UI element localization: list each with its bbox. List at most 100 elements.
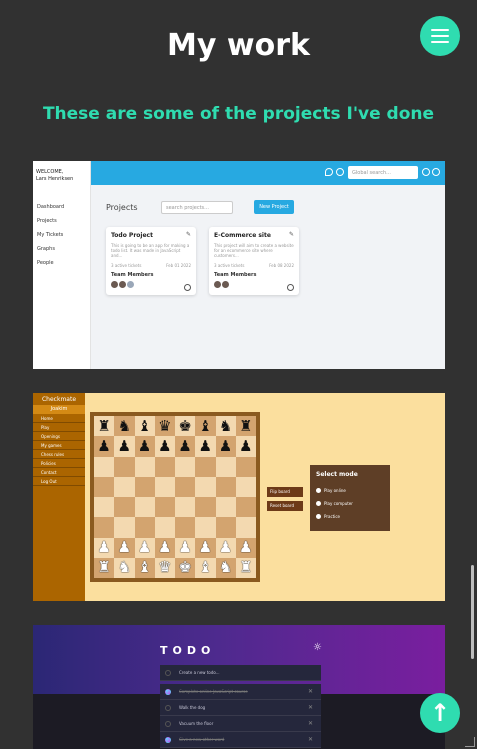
chess-square: ♟ [114, 537, 135, 558]
chess-square [154, 517, 175, 538]
arrow-circle-icon [184, 284, 191, 291]
page-title: My work [167, 28, 310, 63]
todo-item: Vacuum the floor ✕ [160, 716, 321, 732]
welcome-text: WELCOME, [36, 169, 64, 175]
chess-square: ♟ [175, 537, 196, 558]
globe-icon [316, 488, 321, 493]
chess-square [215, 517, 236, 538]
scrollbar-thumb[interactable] [471, 565, 474, 659]
checkmate-sidebar: Checkmate Joakim Home Play Openings My g… [33, 393, 85, 601]
project-search-input: search projects... [161, 201, 233, 214]
todo-item: Complete online JavaScript course ✕ [160, 684, 321, 700]
chess-square: ♟ [154, 537, 175, 558]
chess-square [114, 456, 135, 477]
checkmate-logo: Checkmate [41, 396, 77, 403]
reset-board-button: Reset board [267, 501, 303, 511]
team-members-label: Team Members [111, 272, 154, 278]
search-icon [336, 168, 344, 176]
chess-square: ♟ [94, 537, 115, 558]
check-icon [165, 688, 171, 695]
chess-square [134, 456, 155, 477]
chess-square [134, 476, 155, 497]
sidebar-item-people: People [37, 260, 54, 266]
todo-create-input: Create a new todo... [160, 665, 321, 681]
sun-icon: ☼ [313, 642, 322, 653]
user-icon [432, 168, 440, 176]
resize-handle [465, 737, 475, 747]
project-card-desc: This project will aim to create a websit… [214, 243, 294, 258]
chess-square: ♚ [175, 557, 196, 578]
chess-square [215, 497, 236, 518]
project-card-todo-app[interactable]: TODO ☼ Create a new todo... Complete onl… [33, 625, 445, 749]
mode-option-practice: Practice [316, 510, 384, 523]
moon-icon [325, 168, 333, 176]
cloud-icon [316, 501, 321, 506]
chess-square: ♞ [215, 557, 236, 578]
sidebar-item-my-games: My games [33, 441, 85, 450]
chess-square: ♟ [195, 436, 216, 457]
user-name: Joakim [33, 405, 85, 414]
chess-square [134, 517, 155, 538]
chess-square: ♟ [94, 436, 115, 457]
select-mode-title: Select mode [316, 471, 358, 478]
chess-square [175, 517, 196, 538]
ticket-count: 3 active tickets [111, 263, 142, 268]
chess-square: ♜ [94, 416, 115, 437]
close-icon: ✕ [307, 688, 313, 695]
sidebar-item-tickets: My Tickets [37, 232, 64, 238]
chess-square: ♞ [114, 557, 135, 578]
sidebar-item-chess-rules: Chess rules [33, 450, 85, 459]
chess-square [134, 497, 155, 518]
chess-square: ♝ [195, 557, 216, 578]
project-card-checkmate[interactable]: Checkmate Joakim Home Play Openings My g… [33, 393, 445, 601]
chess-square [175, 456, 196, 477]
project-card-desc: This is going to be an app for making a … [111, 243, 190, 258]
flip-board-button: Flip board [267, 487, 303, 497]
chess-square [215, 476, 236, 497]
chess-square: ♟ [114, 436, 135, 457]
project-card-ecommerce: E-Commerce site ✎ This project will aim … [209, 227, 299, 295]
chess-square [195, 517, 216, 538]
close-icon: ✕ [307, 736, 313, 743]
chess-square [114, 476, 135, 497]
mode-option-online: Play online [316, 484, 384, 497]
check-icon [165, 736, 171, 743]
chess-square [235, 476, 256, 497]
chess-square [114, 497, 135, 518]
global-search-input: Global search... [348, 166, 418, 179]
chess-square: ♚ [175, 416, 196, 437]
chess-board: ♜ ♞ ♝ ♛ ♚ ♝ ♞ ♜ ♟ ♟ ♟ ♟ ♟ ♟ ♟ ♟ ♟ ♟ ♟ ♟ ♟ ♟ ♟ ♟ ♜ ♞ ♝ ♛ ♚ ♝ ♞ ♜ [90, 412, 260, 582]
mode-option-computer: Play computer [316, 497, 384, 510]
chess-square: ♝ [134, 557, 155, 578]
chess-square [235, 517, 256, 538]
chess-square [94, 497, 115, 518]
arrow-circle-icon [287, 284, 294, 291]
sidebar-item-play: Play [33, 423, 85, 432]
arrow-up-icon: ↑ [429, 699, 451, 727]
team-members-label: Team Members [214, 272, 257, 278]
close-icon: ✕ [307, 720, 313, 727]
project-card-tracker[interactable]: WELCOME, Lars Henriksen Dashboard Project… [33, 161, 445, 369]
menu-button[interactable] [420, 16, 460, 56]
chess-square: ♞ [215, 416, 236, 437]
chess-square [154, 497, 175, 518]
chess-square: ♟ [134, 537, 155, 558]
new-project-button: New Project [254, 200, 294, 214]
todo-item: Give a new other word ✕ [160, 732, 321, 748]
chess-square: ♟ [134, 436, 155, 457]
chess-square [94, 476, 115, 497]
project-card-todo: Todo Project ✎ This is going to be an ap… [106, 227, 196, 295]
todo-title: TODO [160, 644, 216, 657]
chess-square [195, 456, 216, 477]
chess-square: ♟ [195, 537, 216, 558]
project-date: Feb 01 2022 [166, 263, 191, 268]
scroll-to-top-button[interactable]: ↑ [420, 693, 460, 733]
chess-square: ♞ [114, 416, 135, 437]
sidebar-item-home: Home [33, 414, 85, 423]
sidebar-item-policies: Policies [33, 459, 85, 468]
chess-square: ♟ [215, 436, 236, 457]
chess-square: ♛ [154, 557, 175, 578]
chess-square: ♜ [235, 557, 256, 578]
hamburger-icon [431, 29, 449, 43]
chess-square [195, 497, 216, 518]
